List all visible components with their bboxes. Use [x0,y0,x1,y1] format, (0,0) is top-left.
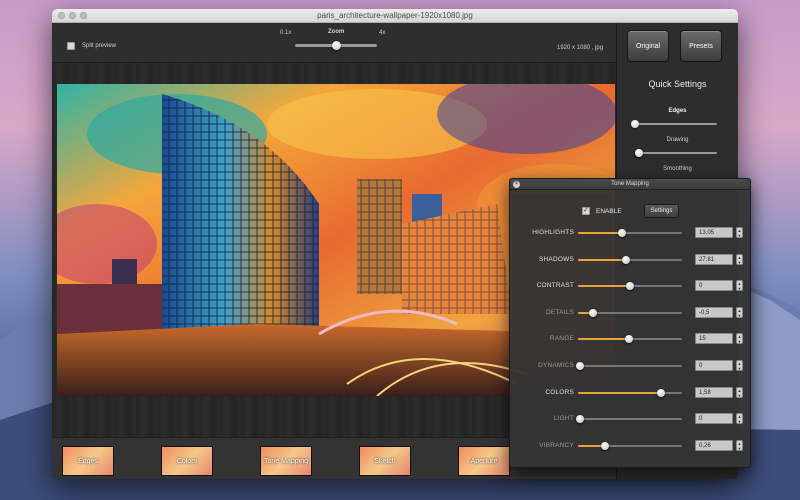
tone-value-field[interactable]: 0 [695,360,733,371]
tone-row-label: CONTRAST [536,282,574,290]
top-toolbar: Split preview 0.1x Zoom 4x 1920 x 1080 ,… [52,23,616,63]
filmstrip-thumb-sketch[interactable]: Sketch [359,446,411,476]
tone-slider-knob[interactable] [588,308,597,317]
tone-row-range: RANGE 15 ▲ ▼ [510,330,752,348]
tone-slider-dynamics[interactable] [576,362,682,370]
tone-slider-highlights[interactable] [578,229,682,237]
tone-row-label: SHADOWS [539,255,574,263]
zoom-label: Zoom [328,29,345,35]
tone-row-label: COLORS [545,388,574,396]
tone-row-light: LIGHT 0 ▲ ▼ [510,410,752,428]
tone-slider-details[interactable] [578,308,682,317]
tone-slider-light[interactable] [576,415,682,424]
tone-slider-fill [578,391,662,394]
filmstrip-thumb-label: Colors [176,457,198,465]
tone-value-stepper-icon[interactable]: ▲ ▼ [736,360,743,371]
tone-slider-fill [578,232,622,234]
tone-row-contrast: CONTRAST 0 ▲ ▼ [510,277,752,295]
tone-slider-vibrancy[interactable] [578,441,682,450]
tone-slider-knob[interactable] [624,335,633,344]
tone-value-field[interactable]: 15 [695,333,733,345]
tone-value-stepper-icon[interactable]: ▲ ▼ [736,227,743,238]
zoom-max-label: 4x [379,30,386,36]
split-preview-checkbox[interactable] [67,42,75,50]
tone-slider-knob[interactable] [617,229,626,237]
tone-slider-knob[interactable] [621,255,630,264]
zoom-slider[interactable] [295,41,377,50]
original-button[interactable]: Original [627,30,669,62]
tone-slider-fill [578,258,626,261]
tone-mapping-title-bar: Tone Mapping [510,179,750,190]
enable-checkbox[interactable]: ✓ [582,207,590,215]
filmstrip-thumb-label: Sketch [374,457,396,465]
filmstrip-thumb-label: Edges [78,457,98,465]
zoom-slider-knob[interactable] [332,41,341,50]
tone-slider-knob[interactable] [576,415,585,424]
tone-value-field[interactable]: 13,05 [695,227,733,238]
quick-slider-knob[interactable] [631,120,639,128]
tone-slider-knob[interactable] [657,388,666,397]
tone-slider-colors[interactable] [578,388,682,397]
quick-slider-knob[interactable] [635,149,644,157]
tone-row-vibrancy: VIBRANCY 0,26 ▲ ▼ [510,437,752,455]
tone-row-label: DYNAMICS [538,362,574,369]
tone-mapping-panel: Tone Mapping × ✓ ENABLE Settings HIGHLIG… [509,178,751,468]
split-preview-label: Split preview [82,43,117,49]
tone-slider-knob[interactable] [601,441,610,450]
tone-slider-knob[interactable] [576,362,585,370]
tone-row-colors: COLORS 1,58 ▲ ▼ [510,384,752,402]
filmstrip-thumb-tone-mapping[interactable]: Tone Mapping [260,446,312,476]
tone-row-highlights: HIGHLIGHTS 13,05 ▲ ▼ [510,224,752,242]
tone-slider-shadows[interactable] [578,255,682,264]
filmstrip-thumb-colors[interactable]: Colors [161,446,213,476]
title-bar: paris_architecture-wallpaper-1920x1080.j… [52,9,738,23]
tone-value-stepper-icon[interactable]: ▲ ▼ [736,413,743,425]
tone-value-field[interactable]: 1,58 [695,386,733,398]
tone-row-shadows: SHADOWS 27,81 ▲ ▼ [510,251,752,269]
tone-row-dynamics: DYNAMICS 0 ▲ ▼ [510,357,752,375]
quick-settings-title: Quick Settings [648,79,707,89]
tone-value-field[interactable]: 0 [695,280,733,292]
filmstrip-thumb-edges[interactable]: Edges [62,446,114,476]
tone-slider-range[interactable] [578,335,682,344]
tone-value-stepper-icon[interactable]: ▲ ▼ [736,280,743,292]
tone-mapping-title: Tone Mapping [611,181,649,187]
tone-slider-contrast[interactable] [578,282,682,291]
tone-value-stepper-icon[interactable]: ▲ ▼ [736,306,743,318]
tone-slider-fill [578,338,629,341]
presets-button[interactable]: Presets [680,30,722,62]
panel-close-icon[interactable]: × [513,181,520,188]
tone-row-label: RANGE [549,335,574,343]
zoom-min-label: 0.1x [280,30,292,36]
quick-slider-label-edges: Edges [668,108,687,114]
image-info: 1920 x 1080 , jpg [557,45,604,51]
tone-row-label: HIGHLIGHTS [532,229,574,236]
enable-label: ENABLE [596,208,622,215]
tone-value-stepper-icon[interactable]: ▲ ▼ [736,253,743,265]
filmstrip-thumb-label: Aperture [470,457,498,465]
settings-button[interactable]: Settings [644,204,679,218]
tone-row-label: LIGHT [553,415,574,423]
tone-value-stepper-icon[interactable]: ▲ ▼ [736,333,743,345]
filmstrip-thumb-label: Tone Mapping [264,457,308,465]
tone-value-field[interactable]: 0,26 [695,439,733,451]
tone-value-stepper-icon[interactable]: ▲ ▼ [736,386,743,398]
checkmark-icon: ✓ [583,207,589,214]
quick-slider-label-smoothing: Smoothing [663,166,692,172]
tone-value-field[interactable]: 27,81 [695,253,733,265]
quick-slider-drawing[interactable] [635,149,717,157]
tone-value-field[interactable]: 0 [695,413,733,425]
tone-slider-knob[interactable] [626,282,634,291]
tone-row-details: DETAILS -0,5 ▲ ▼ [510,304,752,322]
tone-value-stepper-icon[interactable]: ▲ ▼ [736,439,743,451]
tone-value-field[interactable]: -0,5 [695,306,733,318]
window-title: paris_architecture-wallpaper-1920x1080.j… [317,11,473,20]
tone-row-label: VIBRANCY [539,441,574,449]
filmstrip-thumb-aperture[interactable]: Aperture [458,446,510,476]
tone-row-label: DETAILS [545,308,574,316]
quick-slider-label-drawing: Drawing [666,137,689,143]
quick-slider-edges[interactable] [631,120,717,128]
tone-slider-fill [578,285,630,288]
